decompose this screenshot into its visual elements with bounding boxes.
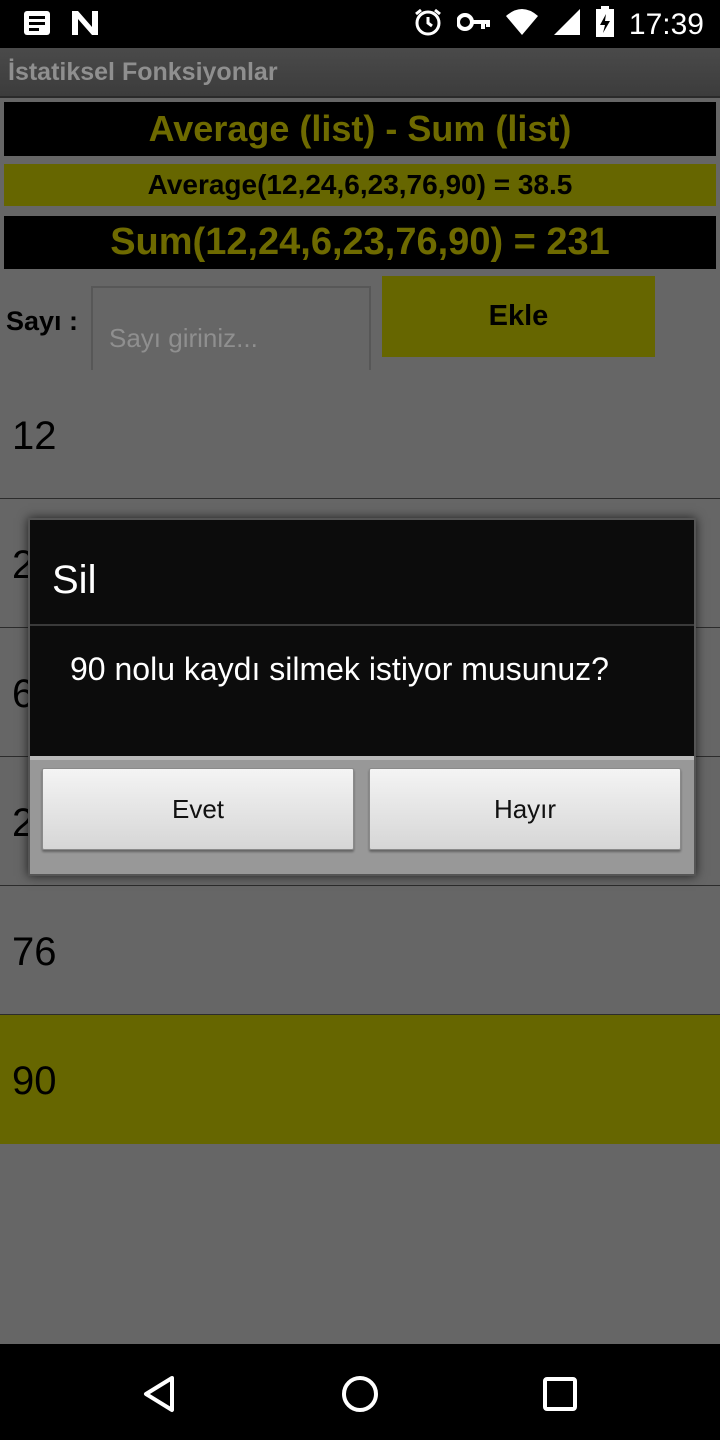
delete-dialog: Sil 90 nolu kaydı silmek istiyor musunuz… bbox=[28, 518, 696, 876]
header-title: Average (list) - Sum (list) bbox=[4, 102, 716, 156]
list-item-selected[interactable]: 90 bbox=[0, 1015, 720, 1144]
sum-result: Sum(12,24,6,23,76,90) = 231 bbox=[4, 216, 716, 269]
number-input[interactable] bbox=[91, 286, 371, 370]
title-bar: İstatiksel Fonksiyonlar bbox=[0, 48, 720, 98]
dialog-title: Sil bbox=[52, 558, 97, 602]
notification-icon bbox=[22, 9, 52, 42]
add-button[interactable]: Ekle bbox=[382, 276, 655, 357]
dialog-button-bar: Evet Hayır bbox=[30, 756, 694, 874]
list-item-value: 12 bbox=[12, 414, 57, 458]
dialog-message: 90 nolu kaydı silmek istiyor musunuz? bbox=[70, 651, 609, 687]
app-title: İstatiksel Fonksiyonlar bbox=[8, 58, 278, 86]
list-item[interactable]: 76 bbox=[0, 886, 720, 1015]
wifi-icon bbox=[505, 8, 539, 41]
list-item-value: 90 bbox=[12, 1059, 57, 1103]
recents-icon[interactable] bbox=[532, 1366, 588, 1422]
signal-icon bbox=[553, 8, 581, 41]
n-app-icon bbox=[70, 9, 100, 42]
yes-button[interactable]: Evet bbox=[42, 768, 354, 850]
no-button[interactable]: Hayır bbox=[369, 768, 681, 850]
home-icon[interactable] bbox=[332, 1366, 388, 1422]
number-label: Sayı : bbox=[6, 306, 79, 336]
alarm-icon bbox=[413, 7, 443, 42]
navigation-bar bbox=[0, 1344, 720, 1440]
list-item-value: 76 bbox=[12, 930, 57, 974]
vpn-key-icon bbox=[455, 11, 491, 38]
list-item[interactable]: 12 bbox=[0, 370, 720, 499]
dialog-divider bbox=[30, 624, 694, 626]
status-bar: 17:39 bbox=[0, 0, 720, 48]
back-icon[interactable] bbox=[132, 1366, 188, 1422]
battery-icon bbox=[595, 6, 615, 43]
status-time: 17:39 bbox=[628, 7, 704, 41]
average-result: Average(12,24,6,23,76,90) = 38.5 bbox=[4, 164, 716, 206]
